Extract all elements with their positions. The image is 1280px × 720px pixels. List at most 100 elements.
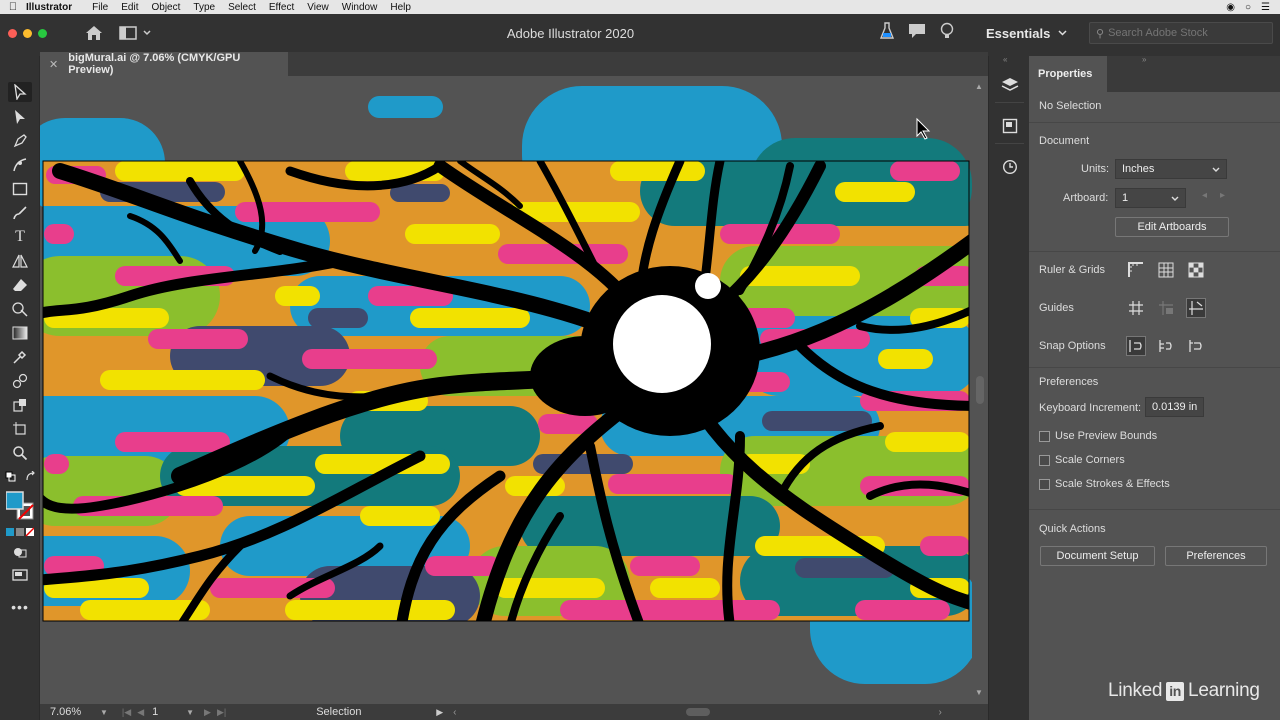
flask-icon[interactable] [879,21,895,45]
smart-guides-icon[interactable] [1186,298,1206,318]
grid-icon[interactable] [1156,260,1176,280]
scale-corners-checkbox[interactable]: Scale Corners [1039,454,1125,466]
use-preview-bounds-label: Use Preview Bounds [1055,430,1158,442]
artboard-number[interactable]: 1 [152,706,186,718]
apple-icon[interactable]:  [0,1,26,13]
artboard-label: Artboard: [1063,192,1109,204]
last-artboard-icon[interactable]: ▶| [217,707,226,718]
collapse-panel-icon[interactable]: » [1142,55,1146,64]
ruler-icon[interactable] [1126,260,1146,280]
arrange-documents-button[interactable] [119,26,151,40]
document-tab[interactable]: ✕ bigMural.ai @ 7.06% (CMYK/GPU Preview) [40,52,288,76]
transparency-grid-icon[interactable] [1186,260,1206,280]
zoom-level[interactable]: 7.06% [50,706,100,718]
artboard-dropdown[interactable]: 1 [1115,188,1186,208]
color-mode-icons[interactable] [6,526,34,538]
scroll-right-icon[interactable]: › [938,707,941,718]
artboard-tool-icon[interactable] [8,419,32,439]
type-tool-icon[interactable]: T [8,227,32,247]
menubar-list-icon[interactable]: ☰ [1261,2,1270,13]
stock-search[interactable]: ⚲ [1089,22,1273,44]
current-tool-status[interactable]: Selection [316,706,436,718]
prev-artboard-icon[interactable]: ◀ [137,707,144,718]
workspace-switcher[interactable]: Essentials [986,26,1067,41]
menu-help[interactable]: Help [390,2,411,13]
vertical-scrollbar[interactable]: ▲ ▼ [972,76,988,704]
history-icon[interactable] [999,156,1021,178]
stock-search-input[interactable] [1108,27,1269,39]
document-setup-button[interactable]: Document Setup [1040,546,1155,566]
discover-icon[interactable] [908,23,926,44]
lightbulb-icon[interactable] [940,22,954,45]
app-menu[interactable]: Illustrator [26,2,72,13]
close-tab-icon[interactable]: ✕ [49,58,58,71]
menu-view[interactable]: View [307,2,329,13]
status-menu-icon[interactable]: ▶ [436,707,443,718]
preferences-button[interactable]: Preferences [1165,546,1267,566]
menu-window[interactable]: Window [342,2,378,13]
fill-stroke-swatch[interactable] [6,490,36,522]
pen-tool-icon[interactable] [8,131,32,151]
scroll-up-icon[interactable]: ▲ [975,82,983,91]
snap-to-glyph-icon[interactable] [1186,336,1206,356]
expand-panels-icon[interactable]: « [1003,55,1007,64]
scroll-thumb[interactable] [976,376,984,404]
rectangle-tool-icon[interactable] [8,179,32,199]
next-artboard-arrow-icon[interactable]: ▸ [1220,190,1225,201]
selection-tool-icon[interactable] [8,82,32,102]
libraries-icon[interactable] [999,115,1021,137]
menu-type[interactable]: Type [193,2,215,13]
horizontal-scroll-thumb[interactable] [686,708,711,716]
menubar-extra-icon[interactable]: ○ [1245,2,1251,13]
menu-file[interactable]: File [92,2,108,13]
prev-artboard-arrow-icon[interactable]: ◂ [1202,190,1207,201]
chevron-down-icon[interactable]: ▼ [100,708,108,717]
snap-to-point-icon[interactable] [1126,336,1146,356]
layers-icon[interactable] [999,74,1021,96]
lock-guides-icon[interactable] [1156,298,1176,318]
eraser-tool-icon[interactable] [8,275,32,295]
curvature-tool-icon[interactable] [8,155,32,175]
close-window-button[interactable] [8,28,17,38]
screen-mode-icon[interactable] [8,565,32,585]
default-fill-stroke-icon[interactable] [4,470,18,482]
zoom-window-button[interactable] [38,28,47,38]
menu-effect[interactable]: Effect [269,2,294,13]
first-artboard-icon[interactable]: |◀ [122,707,131,718]
direct-selection-tool-icon[interactable] [8,107,32,127]
symbol-sprayer-tool-icon[interactable] [8,395,32,415]
paintbrush-tool-icon[interactable] [8,203,32,223]
next-artboard-icon[interactable]: ▶ [204,707,211,718]
shape-builder-tool-icon[interactable] [8,299,32,319]
menu-select[interactable]: Select [228,2,256,13]
scroll-down-icon[interactable]: ▼ [975,688,983,697]
tools-panel: T ••• [0,56,40,720]
guides-icon[interactable] [1126,298,1146,318]
snap-to-pixel-icon[interactable] [1156,336,1176,356]
menu-object[interactable]: Object [151,2,180,13]
home-icon[interactable] [83,22,105,44]
units-dropdown[interactable]: Inches [1115,159,1227,179]
more-tools-icon[interactable]: ••• [8,597,32,617]
chevron-down-icon[interactable]: ▼ [186,708,194,717]
creative-cloud-icon[interactable]: ◉ [1226,2,1235,13]
scroll-left-icon[interactable]: ‹ [453,707,456,718]
keyboard-increment-input[interactable]: 0.0139 in [1145,397,1204,417]
zoom-tool-icon[interactable] [8,443,32,463]
watermark-in: in [1166,681,1185,701]
document-section-title: Document [1039,135,1090,147]
scale-strokes-checkbox[interactable]: Scale Strokes & Effects [1039,478,1170,490]
reflect-tool-icon[interactable] [8,251,32,271]
edit-artboards-button[interactable]: Edit Artboards [1115,217,1229,237]
gradient-tool-icon[interactable] [8,323,32,343]
menu-edit[interactable]: Edit [121,2,138,13]
tab-properties[interactable]: Properties [1029,56,1107,92]
eyedropper-tool-icon[interactable] [8,347,32,367]
blend-tool-icon[interactable] [8,371,32,391]
artboard-canvas[interactable] [40,76,972,704]
use-preview-bounds-checkbox[interactable]: Use Preview Bounds [1039,430,1157,442]
swap-fill-stroke-icon[interactable] [24,470,38,482]
artboard-value: 1 [1122,192,1129,204]
draw-mode-icon[interactable] [8,542,32,562]
minimize-window-button[interactable] [23,28,32,38]
